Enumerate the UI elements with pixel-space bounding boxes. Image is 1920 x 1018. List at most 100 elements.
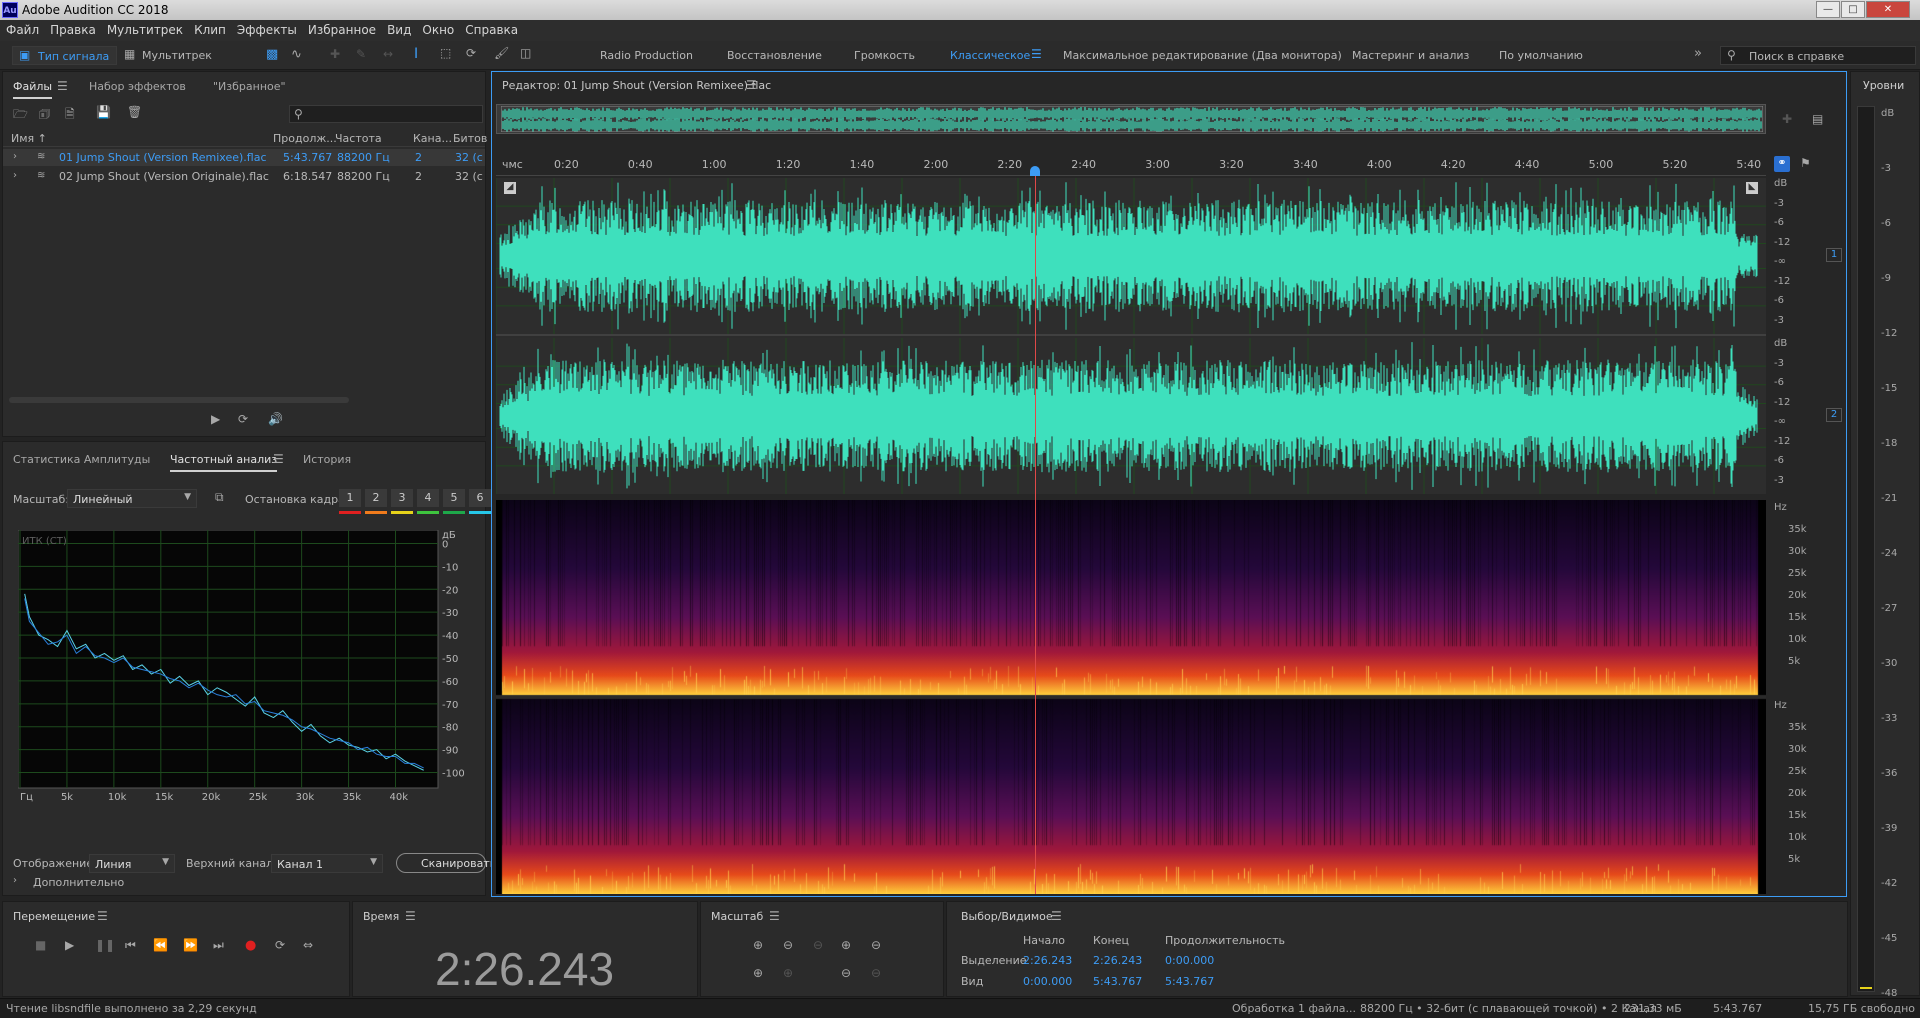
play-preview-icon[interactable]: ▶ (211, 412, 220, 426)
spectral-pitch-icon[interactable]: ∿ (291, 47, 302, 62)
waveform-area[interactable]: ◢ ◣ (495, 178, 1773, 494)
horizontal-scrollbar[interactable] (9, 397, 349, 403)
workspace-radio-production[interactable]: Radio Production (600, 49, 693, 62)
advanced-label[interactable]: Дополнительно (33, 876, 124, 889)
workspace-menu-icon[interactable]: ☰ (1031, 47, 1042, 61)
zoom-menu-icon[interactable]: ☰ (769, 909, 780, 923)
loop-preview-icon[interactable]: ⟳ (238, 412, 248, 426)
record-icon[interactable]: ● (245, 938, 256, 953)
transport-menu-icon[interactable]: ☰ (97, 909, 108, 923)
zoom-out-time-icon[interactable]: ⊖ (871, 938, 881, 952)
skip-selection-icon[interactable]: ⇔ (303, 938, 313, 952)
workspace-max-editing[interactable]: Максимальное редактирование (Два монитор… (1063, 49, 1342, 62)
expand-advanced-icon[interactable]: › (13, 875, 17, 886)
selection-start[interactable]: 2:26.243 (1023, 954, 1072, 967)
freeze-slot-4[interactable]: 4 (417, 489, 439, 507)
zoom-to-selection-icon[interactable]: ✚ (1782, 112, 1792, 126)
rewind-icon[interactable]: ⏪ (153, 938, 168, 952)
brush-tool-icon[interactable]: 🖌 (494, 46, 509, 60)
analysis-panel-menu-icon[interactable]: ☰ (273, 452, 284, 466)
zoom-in-amplitude-icon[interactable]: ⊕ (753, 938, 763, 952)
marker-icon[interactable]: ⚑ (1800, 156, 1811, 170)
minimize-button[interactable]: — (1816, 1, 1840, 18)
top-channel-select[interactable]: Канал 1 ▼ (271, 854, 383, 873)
spectrogram-area[interactable] (496, 500, 1766, 894)
slip-tool-icon[interactable]: ↔ (383, 47, 393, 61)
help-search[interactable]: ⚲ Поиск в справке (1720, 46, 1916, 65)
menu-edit[interactable]: Правка (44, 20, 101, 37)
spectral-view-icon[interactable]: ▩ (266, 47, 278, 62)
selection-end[interactable]: 2:26.243 (1093, 954, 1142, 967)
view-start[interactable]: 0:00.000 (1023, 975, 1072, 988)
display-select[interactable]: Линия ▼ (89, 854, 175, 873)
go-to-start-icon[interactable]: ⏮ (125, 938, 136, 953)
expand-icon[interactable]: › (13, 170, 17, 181)
menu-window[interactable]: Окно (416, 20, 459, 37)
zoom-out-amplitude-icon[interactable]: ⊖ (783, 938, 793, 952)
tab-effects-rack[interactable]: Набор эффектов (89, 80, 186, 93)
zoom-out-full-icon[interactable]: ⊖ (813, 938, 823, 952)
play-icon[interactable]: ▶ (65, 938, 74, 952)
freeze-slot-5[interactable]: 5 (443, 489, 465, 507)
tab-files[interactable]: Файлы (13, 80, 53, 99)
fade-out-handle-icon[interactable]: ◣ (1746, 182, 1758, 194)
fast-forward-icon[interactable]: ⏩ (183, 938, 198, 952)
insert-multitrack-icon[interactable]: 💾 (96, 105, 111, 119)
scale-select[interactable]: Линейный ▼ (67, 489, 197, 508)
open-file-icon[interactable]: 🗁 (13, 105, 28, 126)
view-duration[interactable]: 5:43.767 (1165, 975, 1214, 988)
loop-playback-icon[interactable]: ⟳ (275, 938, 285, 952)
playhead-handle[interactable] (1030, 166, 1041, 176)
auto-play-icon[interactable]: 🔊 (268, 412, 283, 426)
selection-view-menu-icon[interactable]: ☰ (1051, 909, 1062, 923)
channel-number-badge[interactable]: 1 (1826, 248, 1842, 262)
mixer-icon[interactable]: ▤ (1812, 112, 1823, 126)
workspace-classic[interactable]: Классическое (950, 49, 1030, 62)
scan-button[interactable]: Сканировать (396, 853, 496, 873)
workspace-mastering[interactable]: Мастеринг и анализ (1352, 49, 1469, 62)
time-menu-icon[interactable]: ☰ (405, 909, 416, 923)
stop-icon[interactable]: ■ (35, 938, 46, 952)
workspace-restoration[interactable]: Восстановление (727, 49, 822, 62)
more-workspaces-icon[interactable]: » (1694, 46, 1702, 61)
freeze-slot-3[interactable]: 3 (391, 489, 413, 507)
channel-number-badge[interactable]: 2 (1826, 408, 1842, 422)
time-selection-tool-icon[interactable]: I (414, 46, 418, 62)
menu-file[interactable]: Файл (0, 20, 44, 37)
delete-icon[interactable]: 🗑 (127, 105, 142, 119)
col-channels[interactable]: Кана... (413, 132, 452, 145)
col-name[interactable]: Имя ↑ (11, 132, 47, 145)
overview-view-frame[interactable] (501, 106, 1763, 132)
freeze-copy-icon[interactable]: ⧉ (215, 490, 224, 505)
zoom-right-edge-icon[interactable]: ⊖ (841, 966, 851, 980)
pause-icon[interactable]: ❚❚ (95, 938, 115, 952)
marquee-tool-icon[interactable]: ⬚ (440, 46, 451, 60)
move-tool-icon[interactable]: ✚ (330, 47, 340, 61)
time-ruler[interactable]: чмс 0:20 0:40 1:00 1:20 1:40 2:00 2:20 2:40 3:00… (496, 154, 1766, 176)
go-to-end-icon[interactable]: ⏭ (213, 938, 224, 953)
zoom-reset-icon[interactable]: ⊖ (871, 966, 881, 980)
view-end[interactable]: 5:43.767 (1093, 975, 1142, 988)
menu-multitrack[interactable]: Мультитрек (101, 20, 188, 37)
razor-tool-icon[interactable]: ✎ (356, 47, 366, 61)
menu-clip[interactable]: Клип (188, 20, 231, 37)
lasso-tool-icon[interactable]: ⟳ (466, 46, 476, 60)
expand-icon[interactable]: › (13, 151, 17, 162)
zoom-in-time-icon[interactable]: ⊕ (841, 938, 851, 952)
table-row[interactable]: › ≋ 02 Jump Shout (Version Originale).fl… (3, 168, 485, 185)
overview-strip[interactable] (496, 104, 1766, 134)
col-duration[interactable]: Продолж... (273, 132, 337, 145)
headphones-icon[interactable]: ⚭ (1774, 156, 1790, 172)
tab-amplitude-stats[interactable]: Статистика Амплитуды (13, 453, 150, 466)
freeze-slot-1[interactable]: 1 (339, 489, 361, 507)
zoom-selection-icon[interactable]: ⊕ (753, 966, 763, 980)
workspace-default[interactable]: По умолчанию (1499, 49, 1583, 62)
table-row[interactable]: › ≋ 01 Jump Shout (Version Remixee).flac… (3, 149, 485, 166)
files-search-input[interactable]: ⚲ (289, 105, 483, 123)
multitrack-view-button[interactable]: ▦ Мультитрек (120, 46, 215, 65)
healing-tool-icon[interactable]: ◫ (520, 46, 531, 60)
files-panel-menu-icon[interactable]: ☰ (57, 79, 68, 93)
tab-history[interactable]: История (303, 453, 351, 466)
col-bits[interactable]: Битов (453, 132, 487, 145)
editor-menu-icon[interactable]: ☰ (746, 78, 757, 92)
